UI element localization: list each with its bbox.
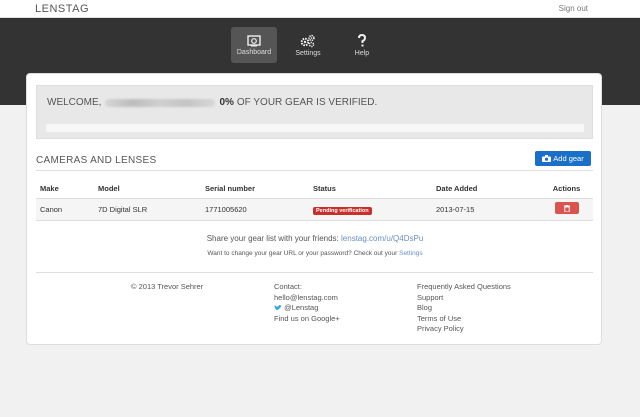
cell-status: Pending verification <box>309 197 432 221</box>
cell-serial: 1771005620 <box>201 197 309 221</box>
verification-progress-bar <box>46 124 584 132</box>
support-link[interactable]: Support <box>417 293 511 304</box>
contact-heading: Contact: <box>274 282 302 291</box>
twitter-link[interactable]: @Lenstag <box>274 303 340 314</box>
footer-links: Frequently Asked Questions Support Blog … <box>417 282 511 335</box>
col-make: Make <box>40 184 59 194</box>
welcome-suffix: OF YOUR GEAR IS VERIFIED. <box>236 97 378 108</box>
section-divider <box>36 170 593 171</box>
footer-contact: Contact: hello@lenstag.com @Lenstag Find… <box>274 282 340 324</box>
cell-date: 2013-07-15 <box>432 197 540 221</box>
cell-actions <box>540 197 593 221</box>
faq-link[interactable]: Frequently Asked Questions <box>417 282 511 293</box>
share-url-link[interactable]: lenstag.com/u/Q4DsPu <box>341 234 423 243</box>
privacy-link[interactable]: Privacy Policy <box>417 324 511 335</box>
welcome-prefix: WELCOME, <box>47 97 102 108</box>
col-actions: Actions <box>552 184 581 194</box>
welcome-message: WELCOME, 0% OF YOUR GEAR IS VERIFIED. <box>47 97 377 108</box>
copyright-text: © 2013 Trevor Sehrer <box>131 282 204 291</box>
question-icon <box>358 33 367 46</box>
twitter-handle: @Lenstag <box>284 303 319 312</box>
nav-dashboard[interactable]: Dashboard <box>231 27 277 63</box>
col-status: Status <box>313 184 336 194</box>
table-row: Canon 7D Digital SLR 1771005620 Pending … <box>36 197 593 221</box>
nav-dashboard-label: Dashboard <box>236 48 272 56</box>
gear-section-title: CAMERAS AND LENSES <box>36 155 157 166</box>
nav-help[interactable]: Help <box>339 27 385 63</box>
main-nav: Dashboard Settings Help <box>231 27 385 63</box>
add-gear-label: Add gear <box>553 154 584 163</box>
share-text: Share your gear list with your friends: <box>206 234 339 243</box>
nav-help-label: Help <box>354 49 370 57</box>
terms-link[interactable]: Terms of Use <box>417 314 511 325</box>
col-date: Date Added <box>436 184 478 194</box>
camera-icon <box>542 155 552 162</box>
nav-settings-label: Settings <box>295 49 321 57</box>
col-model: Model <box>98 184 120 194</box>
cell-model: 7D Digital SLR <box>94 197 201 221</box>
redacted-username <box>105 98 216 107</box>
gear-table-header: Make Model Serial number Status Date Add… <box>36 180 593 198</box>
delete-button[interactable] <box>554 202 579 214</box>
add-gear-button[interactable]: Add gear <box>535 151 591 166</box>
footer-divider <box>36 272 593 273</box>
brand-logo[interactable]: LENSTAG <box>35 3 89 15</box>
google-plus-link[interactable]: Find us on Google+ <box>274 314 340 325</box>
dashboard-card: WELCOME, 0% OF YOUR GEAR IS VERIFIED. CA… <box>26 73 602 345</box>
share-note: Share your gear list with your friends: … <box>27 234 603 243</box>
col-serial: Serial number <box>205 184 256 194</box>
gears-icon <box>300 34 315 47</box>
twitter-bird-icon <box>274 305 282 311</box>
nav-settings[interactable]: Settings <box>285 27 331 63</box>
signout-link[interactable]: Sign out <box>559 4 588 13</box>
settings-link[interactable]: Settings <box>399 250 423 257</box>
footer-copyright: © 2013 Trevor Sehrer <box>131 282 203 293</box>
change-text: Want to change your gear URL or your pas… <box>207 250 398 257</box>
status-badge: Pending verification <box>313 206 372 215</box>
contact-email[interactable]: hello@lenstag.com <box>274 293 340 304</box>
trash-icon <box>563 204 570 212</box>
verification-banner: WELCOME, 0% OF YOUR GEAR IS VERIFIED. <box>36 85 593 139</box>
cell-make: Canon <box>36 197 94 221</box>
blog-link[interactable]: Blog <box>417 303 511 314</box>
gear-table: Make Model Serial number Status Date Add… <box>36 180 593 221</box>
top-bar: LENSTAG Sign out <box>0 0 640 18</box>
dashboard-icon <box>247 34 261 46</box>
change-note: Want to change your gear URL or your pas… <box>27 250 603 257</box>
verified-percent: 0% <box>219 97 234 108</box>
